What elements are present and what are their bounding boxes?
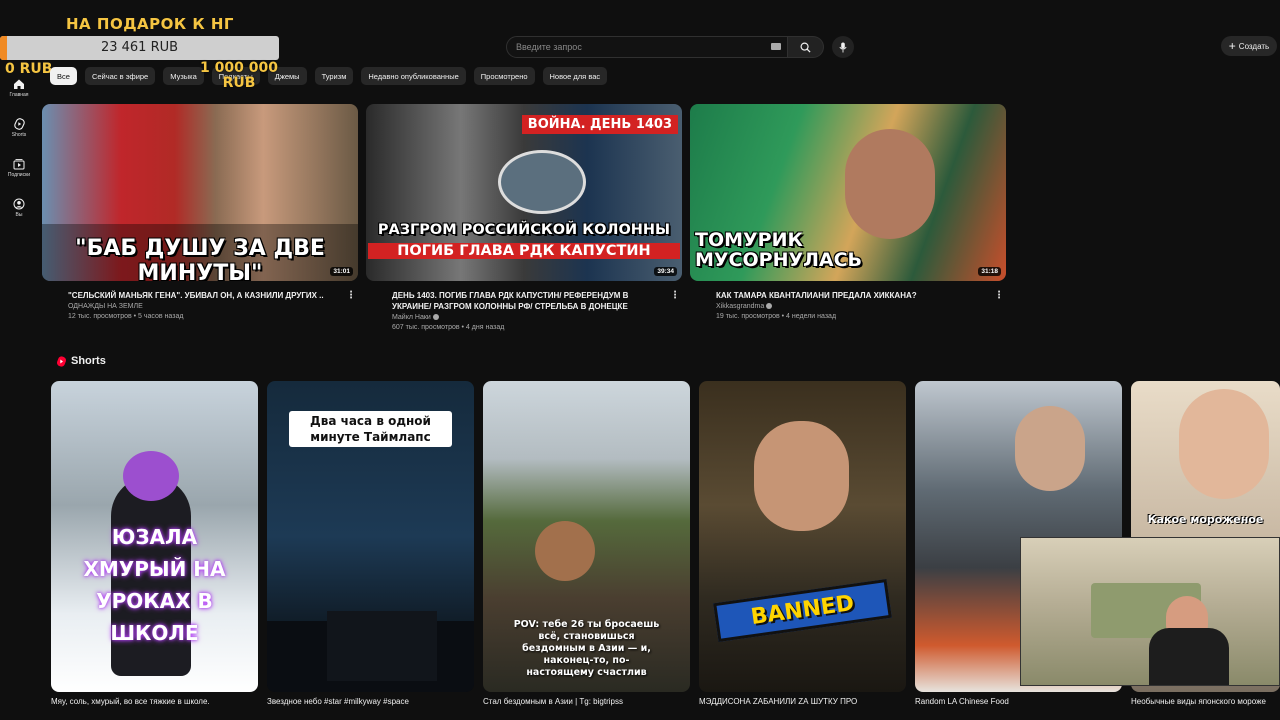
subscriptions-icon bbox=[13, 159, 25, 170]
video-duration: 31:18 bbox=[978, 267, 1001, 276]
sidebar-item-shorts[interactable]: Shorts bbox=[0, 108, 38, 148]
search-icon bbox=[800, 42, 811, 53]
short-title[interactable]: Random LA Chinese Food bbox=[915, 697, 1122, 706]
chip-music[interactable]: Музыка bbox=[163, 67, 204, 85]
short-card[interactable]: BANNED bbox=[699, 381, 906, 692]
chip-recently-uploaded[interactable]: Недавно опубликованные bbox=[361, 67, 466, 85]
donation-goal-title: НА ПОДАРОК К НГ bbox=[66, 15, 234, 33]
chip-new-to-you[interactable]: Новое для вас bbox=[542, 67, 608, 85]
webcam-overlay bbox=[1020, 537, 1280, 686]
keyboard-icon[interactable] bbox=[771, 43, 781, 50]
video-duration: 39:34 bbox=[654, 267, 677, 276]
thumbnail-caption: МУСОРНУЛАСЬ bbox=[695, 249, 863, 271]
channel-name[interactable]: ОДНАЖДЫ НА ЗЕМЛЕ bbox=[68, 303, 334, 310]
channel-name-text: Xikkasgrandma bbox=[716, 303, 765, 310]
sidebar-item-label: Подписки bbox=[7, 172, 31, 178]
video-title[interactable]: ДЕНЬ 1403. ПОГИБ ГЛАВА РДК КАПУСТИН/ РЕФ… bbox=[392, 290, 658, 312]
video-duration: 31:01 bbox=[330, 267, 353, 276]
shorts-logo-icon bbox=[57, 355, 66, 367]
video-stats: 607 тыс. просмотров • 4 дня назад bbox=[392, 324, 505, 331]
thumbnail-caption: ТОМУРИК bbox=[695, 229, 804, 251]
thumbnail-caption: РАЗГРОМ РОССИЙСКОЙ КОЛОННЫ bbox=[377, 222, 671, 238]
video-stats: 12 тыс. просмотров • 5 часов назад bbox=[68, 313, 184, 320]
create-button[interactable]: + Создать bbox=[1221, 36, 1277, 56]
thumbnail-badge: ВОЙНА. ДЕНЬ 1403 bbox=[521, 115, 678, 134]
more-options-icon[interactable]: ⋮ bbox=[346, 290, 356, 301]
chip-watched[interactable]: Просмотрено bbox=[473, 67, 535, 85]
sidebar-item-label: Shorts bbox=[11, 132, 27, 138]
sidebar: Главная Shorts Подписки Вы bbox=[0, 68, 38, 228]
webcam-streamer-body bbox=[1149, 628, 1229, 685]
video-stats: 19 тыс. просмотров • 4 недели назад bbox=[716, 313, 837, 320]
thumbnail-caption: "БАБ ДУШУ ЗА ДВЕ МИНУТЫ" bbox=[75, 236, 325, 281]
video-card[interactable]: ТОМУРИК МУСОРНУЛАСЬ 31:18 КАК ТАМАРА КВА… bbox=[690, 104, 1006, 320]
voice-search-button[interactable] bbox=[832, 36, 854, 58]
short-card[interactable]: POV: тебе 26 ты бросаешь всё, становишьс… bbox=[483, 381, 690, 692]
sidebar-item-label: Главная bbox=[9, 92, 29, 98]
video-thumbnail[interactable]: ВОЙНА. ДЕНЬ 1403 РАЗГРОМ РОССИЙСКОЙ КОЛО… bbox=[366, 104, 682, 281]
thumbnail-caption: ПОГИБ ГЛАВА РДК КАПУСТИН bbox=[368, 243, 680, 259]
video-card[interactable]: ВОЙНА. ДЕНЬ 1403 РАЗГРОМ РОССИЙСКОЙ КОЛО… bbox=[366, 104, 682, 331]
search-button[interactable] bbox=[788, 36, 824, 58]
short-overlay-text: Два часа в одной минуте Таймлапс bbox=[289, 411, 452, 447]
chip-tourism[interactable]: Туризм bbox=[314, 67, 354, 85]
video-card[interactable]: "БАБ ДУШУ ЗА ДВЕ МИНУТЫ" 31:01 "СЕЛЬСКИЙ… bbox=[42, 104, 358, 320]
more-options-icon[interactable]: ⋮ bbox=[670, 290, 680, 301]
donation-progress-bar: 23 461 RUB bbox=[0, 36, 279, 60]
search-box[interactable] bbox=[506, 36, 788, 58]
short-overlay-text: BANNED bbox=[713, 579, 892, 642]
short-title[interactable]: Звездное небо #star #milkyway #space bbox=[267, 697, 474, 706]
sidebar-item-subscriptions[interactable]: Подписки bbox=[0, 148, 38, 188]
chip-all[interactable]: Все bbox=[50, 67, 77, 85]
short-title[interactable]: Необычные виды японского мороже bbox=[1131, 697, 1280, 706]
short-title[interactable]: Стал бездомным в Азии | Tg: bigtripss bbox=[483, 697, 690, 706]
short-overlay-text: Какое мороженое bbox=[1147, 513, 1264, 526]
shorts-icon bbox=[13, 118, 25, 130]
video-title[interactable]: КАК ТАМАРА КВАНТАЛИАНИ ПРЕДАЛА ХИККАНА? bbox=[716, 290, 982, 301]
short-overlay-text: ЮЗАЛА ХМУРЫЙ НА УРОКАХ В ШКОЛЕ bbox=[83, 525, 226, 645]
channel-name-text: ОДНАЖДЫ НА ЗЕМЛЕ bbox=[68, 303, 143, 310]
channel-name[interactable]: Xikkasgrandma bbox=[716, 303, 982, 310]
sidebar-item-you[interactable]: Вы bbox=[0, 188, 38, 228]
create-button-label: Создать bbox=[1238, 41, 1270, 51]
video-title[interactable]: "СЕЛЬСКИЙ МАНЬЯК ГЕНА". УБИВАЛ ОН, А КАЗ… bbox=[68, 290, 334, 301]
you-icon bbox=[13, 198, 25, 210]
filter-chips: Все Сейчас в эфире Музыка Подкасты Джемы… bbox=[50, 67, 608, 85]
short-overlay-text: POV: тебе 26 ты бросаешь всё, становишьс… bbox=[513, 619, 660, 678]
channel-name[interactable]: Майкл Наки bbox=[392, 314, 658, 321]
short-card[interactable]: ЮЗАЛА ХМУРЫЙ НА УРОКАХ В ШКОЛЕ bbox=[51, 381, 258, 692]
short-card[interactable]: Два часа в одной минуте Таймлапс bbox=[267, 381, 474, 692]
chip-live[interactable]: Сейчас в эфире bbox=[84, 67, 156, 85]
channel-name-text: Майкл Наки bbox=[392, 314, 431, 321]
short-title[interactable]: МЭДДИСОНА ZАБАНИЛИ ZА ШУТКУ ПРО bbox=[699, 697, 906, 706]
sidebar-item-home[interactable]: Главная bbox=[0, 68, 38, 108]
more-options-icon[interactable]: ⋮ bbox=[994, 290, 1004, 301]
video-thumbnail[interactable]: ТОМУРИК МУСОРНУЛАСЬ 31:18 bbox=[690, 104, 1006, 281]
sidebar-item-label: Вы bbox=[15, 212, 23, 218]
plus-icon: + bbox=[1228, 39, 1236, 53]
donation-current-amount: 23 461 RUB bbox=[100, 40, 179, 55]
verified-icon bbox=[432, 314, 439, 320]
short-title[interactable]: Мяу, соль, хмурый, во все тяжкие в школе… bbox=[51, 697, 258, 706]
donation-max-label: 1 000 000 RUB bbox=[200, 60, 278, 91]
search-input[interactable] bbox=[516, 42, 766, 52]
verified-icon bbox=[766, 303, 773, 309]
microphone-icon bbox=[839, 42, 847, 52]
shorts-section-header: Shorts bbox=[57, 355, 106, 367]
video-thumbnail[interactable]: "БАБ ДУШУ ЗА ДВЕ МИНУТЫ" 31:01 bbox=[42, 104, 358, 281]
shorts-section-title: Shorts bbox=[71, 355, 106, 367]
home-icon bbox=[14, 79, 24, 89]
